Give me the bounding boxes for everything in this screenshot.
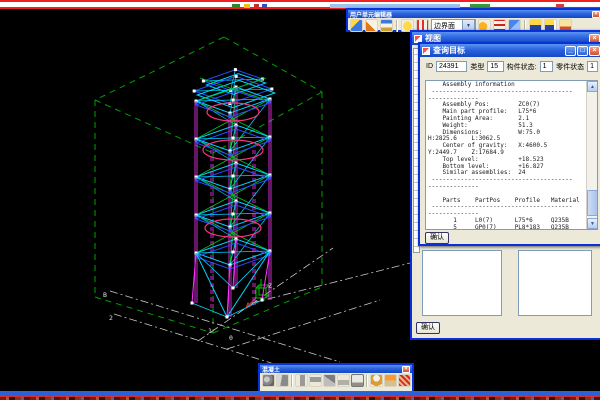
minimize-icon[interactable]: _	[565, 46, 576, 56]
concrete-panel-icon[interactable]	[351, 374, 364, 387]
strip-footing-icon[interactable]	[276, 374, 289, 387]
ok-button[interactable]: 确认	[416, 322, 440, 334]
scroll-up-icon[interactable]: ▲	[587, 81, 598, 92]
pour-icon[interactable]	[384, 374, 397, 387]
maximize-icon[interactable]: □	[577, 46, 588, 56]
inquire-dialog-titlebar[interactable]: 查询目标 _ □ ×	[420, 44, 600, 57]
type-field[interactable]: 15	[487, 61, 503, 72]
ucs-z-label: Z	[268, 282, 272, 290]
concrete-polybeam-icon[interactable]	[323, 374, 336, 387]
grid-label-2: 2	[109, 314, 113, 322]
grid-label-b: B	[103, 291, 107, 299]
window-icon	[422, 47, 430, 55]
desktop-screen: B 2 1 0 Z 用户单元编辑器 × 边界面 ▼	[0, 0, 600, 400]
part-status-field[interactable]: 1	[587, 61, 598, 72]
component-editor-titlebar[interactable]: 用户单元编辑器 ×	[348, 10, 600, 18]
edit-part-icon[interactable]	[380, 19, 393, 32]
assembly-report-text: Assembly information -------------------…	[426, 81, 597, 230]
concrete-column-icon[interactable]	[295, 374, 308, 387]
close-icon[interactable]: ×	[589, 46, 600, 56]
id-field[interactable]: 24391	[436, 61, 467, 72]
window-title: 混凝土	[262, 365, 280, 373]
bend-tool-icon[interactable]	[365, 19, 378, 32]
inquire-fields-row: ID 24391 类型 15 构件状态: 1 零件状态 1	[420, 57, 600, 74]
ok-button[interactable]: 确认	[425, 232, 449, 244]
view-list-left[interactable]	[422, 250, 502, 316]
artifact-fragment	[262, 4, 267, 8]
assembly-report-area[interactable]: Assembly information -------------------…	[425, 80, 598, 230]
concrete-beam-icon[interactable]	[309, 374, 322, 387]
inquire-object-dialog: 查询目标 _ □ × ID 24391 类型 15 构件状态: 1 零件状态 1…	[418, 42, 600, 246]
id-label: ID	[426, 63, 433, 70]
artifact-fragment	[244, 4, 250, 8]
reinforcement-mesh-icon[interactable]	[398, 374, 411, 387]
dropdown-value: 边界面	[432, 21, 462, 31]
scroll-down-icon[interactable]: ▼	[587, 218, 598, 229]
artifact-fragment	[254, 4, 259, 8]
strand-icon[interactable]	[370, 374, 383, 387]
component-editor-toolbar-window: 用户单元编辑器 × 边界面 ▼	[346, 8, 600, 32]
type-label: 类型	[470, 62, 484, 72]
view-list-right[interactable]	[518, 250, 592, 316]
window-title: 用户单元编辑器	[350, 10, 392, 18]
concrete-slab-icon[interactable]	[337, 374, 350, 387]
toolbar-separator	[366, 375, 368, 387]
grid-label-1: 1	[208, 327, 212, 335]
scroll-thumb[interactable]	[587, 190, 598, 216]
toolbar-separator	[291, 375, 293, 387]
window-title: 查询目标	[433, 45, 465, 56]
assembly-status-label: 构件状态:	[507, 62, 537, 72]
toolbar-separator	[396, 20, 398, 32]
concrete-toolbar-buttons	[260, 373, 412, 388]
pad-footing-icon[interactable]	[262, 374, 275, 387]
part-status-label: 零件状态	[556, 62, 584, 72]
concrete-toolbar-window: 混凝土 ×	[258, 363, 414, 393]
assembly-status-field[interactable]: 1	[540, 61, 554, 72]
report-scrollbar[interactable]: ▲ ▼	[586, 81, 597, 229]
close-icon[interactable]: ×	[592, 11, 600, 18]
concrete-toolbar-titlebar[interactable]: 混凝土 ×	[260, 365, 412, 373]
artifact-fragment	[232, 4, 240, 8]
grid-label-0: 0	[229, 334, 233, 342]
edit-boundary-icon[interactable]	[350, 19, 363, 32]
close-icon[interactable]: ×	[402, 366, 410, 373]
